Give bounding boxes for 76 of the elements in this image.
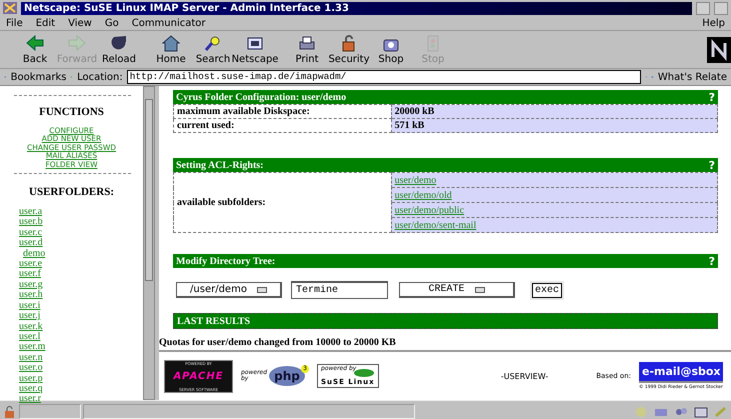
folder-link[interactable]: user.n (19, 352, 43, 364)
home-icon (161, 34, 181, 52)
folder-link[interactable]: user.f (19, 269, 41, 280)
folder-link[interactable]: user.i (19, 300, 40, 312)
folder-link[interactable]: user.p (19, 374, 43, 384)
arrow-right-icon (67, 34, 87, 52)
menu-item[interactable]: File (6, 18, 23, 28)
table-cell: current used: (174, 118, 392, 132)
printer-icon (297, 34, 317, 52)
folder-link[interactable]: user.d (19, 238, 43, 249)
toolbar-button[interactable]: Shop (370, 34, 412, 65)
folder-link[interactable]: user.c (19, 228, 42, 238)
toolbar-button[interactable]: Netscape (234, 34, 276, 65)
menu-item[interactable]: Communicator (132, 18, 206, 28)
scrollbar[interactable] (143, 86, 155, 400)
menu-item[interactable]: View (68, 18, 92, 28)
table-cell: 20000 kB (391, 104, 718, 118)
status-panel (19, 404, 81, 419)
folder-link[interactable]: user.j (19, 311, 40, 322)
location-label: Location: (77, 72, 123, 82)
folder-link[interactable]: user.k (19, 322, 43, 332)
folder-link[interactable]: user.h (19, 290, 43, 301)
folder-link[interactable]: user.q (19, 384, 43, 394)
subfolder-link[interactable]: user/demo/public (394, 204, 464, 216)
menu-item[interactable]: Help (702, 18, 725, 28)
folder-link[interactable]: user.l (19, 332, 40, 342)
folder-link[interactable]: user.b (19, 217, 43, 228)
padlock-icon[interactable] (3, 406, 17, 418)
table-cell: 571 kB (391, 118, 718, 132)
url-field[interactable]: http://mailhost.suse-imap.de/imapwadm/ (126, 70, 641, 84)
toolbar-button[interactable]: Reload (98, 34, 140, 65)
subfolder-link[interactable]: user/demo (394, 174, 436, 186)
menu-item[interactable]: Go (104, 18, 119, 28)
menu-item[interactable]: Edit (36, 18, 56, 28)
action-dropdown[interactable]: CREATE (399, 282, 515, 298)
app-icon[interactable] (3, 2, 17, 14)
arrow-left-icon (25, 34, 45, 52)
folder-dropdown[interactable]: /user/demo (176, 282, 282, 298)
subfolder-link[interactable]: user/demo/sent-mail (394, 220, 476, 230)
related-button[interactable]: What's Relate (658, 72, 727, 82)
table-cell: maximum available Diskspace: (174, 104, 392, 118)
section-title: Modify Directory Tree: (176, 256, 276, 266)
help-link[interactable]: ? (708, 90, 715, 104)
table-cell: available subfolders: (174, 172, 392, 232)
folder-link[interactable]: user.m (19, 342, 46, 353)
section-title: LAST RESULTS (177, 316, 252, 326)
section-title: Setting ACL-Rights: (176, 160, 265, 170)
folder-link[interactable]: user.a (19, 207, 42, 218)
people-icon[interactable] (674, 406, 688, 418)
section-title: Cyrus Folder Configuration: user/demo (176, 92, 348, 102)
bookmarks-button[interactable]: Bookmarks (10, 72, 66, 82)
composer-icon[interactable] (694, 406, 708, 418)
folder-link[interactable]: user.r (19, 394, 41, 405)
window-title: Netscape: SuSE Linux IMAP Server - Admin Interface 1.33 (21, 2, 692, 14)
view-label: -USERVIEW- (500, 372, 548, 380)
toolbar-button[interactable]: Back (14, 34, 56, 65)
help-link[interactable]: ? (708, 158, 715, 172)
maximize-button[interactable] (714, 2, 728, 14)
exec-button[interactable]: exec (532, 282, 562, 298)
toolbar-button[interactable]: Home (150, 34, 192, 65)
folder-link[interactable]: demo (19, 248, 46, 260)
help-link[interactable]: ? (708, 254, 715, 268)
section-heading: USERFOLDERS: (28, 186, 115, 198)
toolbar-button[interactable]: Security (328, 34, 370, 65)
section-heading: FUNCTIONS (38, 106, 105, 118)
sbox-logo[interactable]: e-mail@sbox (639, 362, 723, 383)
folder-link[interactable]: user.o (19, 363, 43, 374)
toolbar-button[interactable]: Print (286, 34, 328, 65)
folder-link[interactable]: user.e (19, 259, 42, 270)
toolbar-button[interactable]: Search (192, 34, 234, 65)
minimize-button[interactable] (696, 2, 710, 14)
subfolder-link[interactable]: user/demo/old (394, 190, 452, 200)
folder-link[interactable]: user.g (19, 280, 43, 290)
pen-icon[interactable] (714, 406, 728, 418)
result-message: Quotas for user/demo changed from 10000 to 20000 KB (159, 337, 397, 348)
name-input[interactable]: Termine (291, 281, 388, 299)
